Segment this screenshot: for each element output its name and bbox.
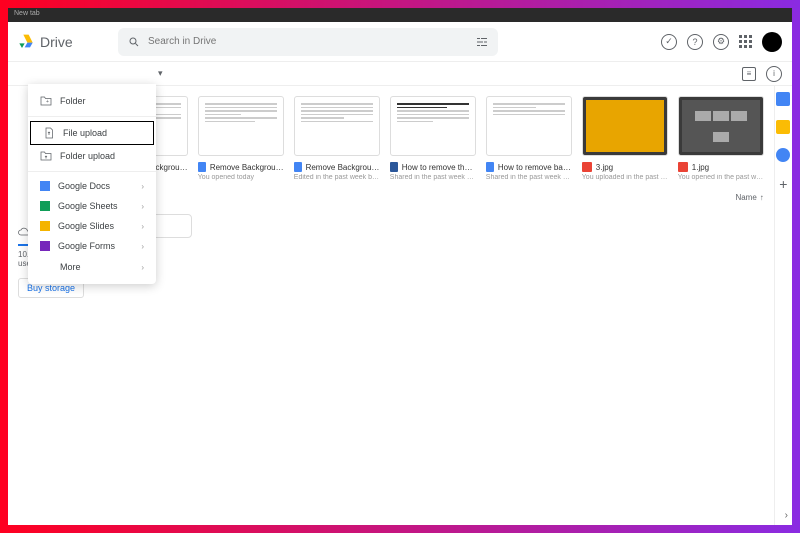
header-actions: ✓ ? ⚙ bbox=[661, 32, 782, 52]
file-name: Remove Background still... bbox=[306, 163, 380, 172]
breadcrumb-dropdown[interactable]: ▾ bbox=[158, 68, 163, 79]
ready-offline-icon[interactable]: ✓ bbox=[661, 34, 677, 50]
menu-label: Google Forms bbox=[58, 241, 115, 251]
docs-icon bbox=[294, 162, 302, 172]
side-panel: + bbox=[774, 86, 792, 525]
menu-label: Folder bbox=[60, 96, 86, 106]
menu-item-slides[interactable]: Google Slides › bbox=[28, 216, 156, 236]
menu-label: Google Slides bbox=[58, 221, 114, 231]
file-name: 1.jpg bbox=[692, 163, 709, 172]
file-name: How to remove the back... bbox=[402, 163, 476, 172]
file-card[interactable]: 1.jpg You opened in the past week bbox=[678, 96, 764, 181]
file-subtitle: You opened in the past week bbox=[678, 174, 764, 181]
search-input[interactable] bbox=[148, 36, 468, 47]
support-icon[interactable]: ? bbox=[687, 34, 703, 50]
slides-icon bbox=[40, 221, 50, 231]
forms-icon bbox=[40, 241, 50, 251]
settings-icon[interactable]: ⚙ bbox=[713, 34, 729, 50]
sort-label: Name bbox=[735, 193, 756, 202]
menu-label: Google Sheets bbox=[58, 201, 118, 211]
docs-icon bbox=[198, 162, 206, 172]
file-upload-icon bbox=[43, 127, 55, 139]
chevron-right-icon: › bbox=[141, 182, 144, 191]
details-icon[interactable]: i bbox=[766, 66, 782, 82]
menu-separator bbox=[28, 171, 156, 172]
file-name: How to remove backgro... bbox=[498, 163, 572, 172]
menu-item-file-upload[interactable]: File upload bbox=[30, 121, 154, 145]
sort-arrow-icon: ↑ bbox=[760, 193, 764, 202]
apps-icon[interactable] bbox=[739, 35, 752, 48]
sheets-icon bbox=[40, 201, 50, 211]
drive-logo-text: Drive bbox=[40, 34, 73, 50]
suggested-files: Remove Background fro...ed today Remove … bbox=[102, 96, 764, 181]
file-card[interactable]: Remove Background still... Edited in the … bbox=[294, 96, 380, 181]
file-name: Remove Background in ... bbox=[210, 163, 284, 172]
docs-icon bbox=[486, 162, 494, 172]
file-card[interactable]: How to remove the back... Shared in the p… bbox=[390, 96, 476, 181]
menu-item-docs[interactable]: Google Docs › bbox=[28, 176, 156, 196]
search-bar[interactable] bbox=[118, 28, 498, 56]
menu-label: More bbox=[60, 262, 81, 272]
file-subtitle: You opened today bbox=[198, 174, 284, 181]
docs-icon bbox=[40, 181, 50, 191]
add-addon-icon[interactable]: + bbox=[779, 176, 787, 192]
image-icon bbox=[582, 162, 592, 172]
new-context-menu: + Folder File upload Folder upload Google… bbox=[28, 84, 156, 284]
menu-label: Google Docs bbox=[58, 181, 110, 191]
browser-tab[interactable]: New tab bbox=[14, 10, 40, 17]
keep-icon[interactable] bbox=[776, 120, 790, 134]
file-subtitle: You uploaded in the past week bbox=[582, 174, 668, 181]
menu-item-folder-upload[interactable]: Folder upload bbox=[28, 145, 156, 167]
image-icon bbox=[678, 162, 688, 172]
folder-plus-icon: + bbox=[40, 95, 52, 107]
svg-text:+: + bbox=[46, 99, 49, 105]
main-content: Remove Background fro...ed today Remove … bbox=[92, 86, 774, 525]
folder-upload-icon bbox=[40, 150, 52, 162]
image-thumb bbox=[586, 100, 664, 152]
drive-logo[interactable]: Drive bbox=[18, 34, 108, 50]
menu-item-forms[interactable]: Google Forms › bbox=[28, 236, 156, 256]
search-options-icon[interactable] bbox=[476, 36, 488, 48]
chevron-right-icon: › bbox=[141, 222, 144, 231]
tasks-icon[interactable] bbox=[776, 148, 790, 162]
word-icon bbox=[390, 162, 398, 172]
gradient-frame: New tab Drive ✓ ? ⚙ ▾ ≡ bbox=[0, 0, 800, 533]
menu-item-more[interactable]: More › bbox=[28, 256, 156, 278]
toolbar: ▾ ≡ i bbox=[8, 62, 792, 86]
file-card[interactable]: 3.jpg You uploaded in the past week bbox=[582, 96, 668, 181]
drive-app: Drive ✓ ? ⚙ ▾ ≡ i bbox=[8, 22, 792, 525]
file-subtitle: Edited in the past week by Sand... bbox=[294, 174, 380, 181]
scroll-right-icon[interactable]: › bbox=[785, 510, 788, 521]
menu-label: Folder upload bbox=[60, 151, 115, 161]
chevron-right-icon: › bbox=[141, 263, 144, 272]
search-icon bbox=[128, 36, 140, 48]
calendar-icon[interactable] bbox=[776, 92, 790, 106]
list-view-icon[interactable]: ≡ bbox=[742, 67, 756, 81]
sort-control[interactable]: Name ↑ bbox=[735, 193, 763, 202]
file-card[interactable]: How to remove backgro... Shared in the pa… bbox=[486, 96, 572, 181]
menu-separator bbox=[28, 116, 156, 117]
menu-label: File upload bbox=[63, 128, 107, 138]
account-avatar[interactable] bbox=[762, 32, 782, 52]
file-subtitle: Shared in the past week by San... bbox=[390, 174, 476, 181]
chevron-right-icon: › bbox=[141, 202, 144, 211]
header: Drive ✓ ? ⚙ bbox=[8, 22, 792, 62]
image-thumb bbox=[682, 100, 760, 152]
menu-item-folder[interactable]: + Folder bbox=[28, 90, 156, 112]
file-card[interactable]: Remove Background in ... You opened today bbox=[198, 96, 284, 181]
file-name: 3.jpg bbox=[596, 163, 613, 172]
drive-logo-icon bbox=[18, 34, 34, 50]
browser-tab-bar: New tab bbox=[8, 8, 792, 22]
blank-icon bbox=[40, 261, 52, 273]
chevron-right-icon: › bbox=[141, 242, 144, 251]
menu-item-sheets[interactable]: Google Sheets › bbox=[28, 196, 156, 216]
file-subtitle: Shared in the past week by San... bbox=[486, 174, 572, 181]
